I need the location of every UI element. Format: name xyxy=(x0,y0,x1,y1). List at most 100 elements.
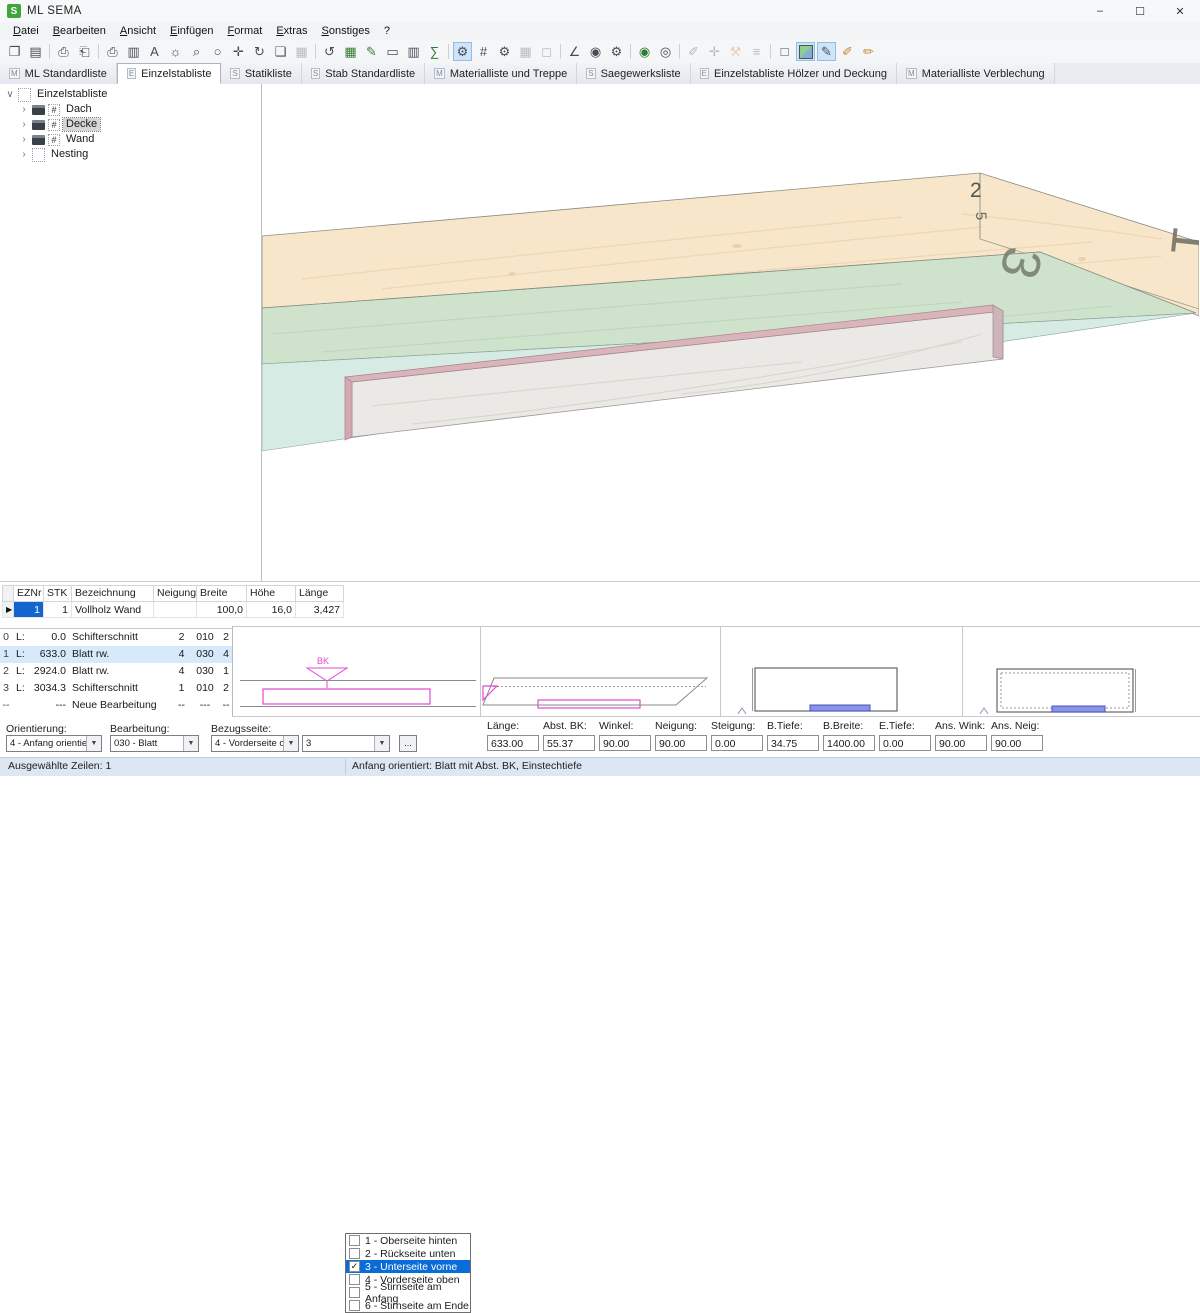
column-header[interactable]: EZNr xyxy=(14,585,44,602)
checkbox[interactable] xyxy=(349,1287,360,1298)
save-folder-icon[interactable]: ▭ xyxy=(383,42,402,61)
add-icon[interactable]: ✛ xyxy=(705,42,724,61)
field-value[interactable]: 1400.00 xyxy=(823,735,875,751)
tab-statikliste[interactable]: S Statikliste xyxy=(221,63,301,84)
numbering-icon[interactable]: # xyxy=(474,42,493,61)
copy-icon[interactable]: ❏ xyxy=(271,42,290,61)
menu-extras[interactable]: Extras xyxy=(269,25,314,37)
menu-format[interactable]: Format xyxy=(220,25,269,37)
eye-run-icon[interactable]: ◉ xyxy=(635,42,654,61)
tab-einzelstabliste-hoelzer[interactable]: E Einzelstabliste Hölzer und Deckung xyxy=(691,63,897,84)
maximize-button[interactable]: ☐ xyxy=(1120,0,1160,22)
separator[interactable] xyxy=(445,42,452,61)
chevron-down-icon[interactable]: ▼ xyxy=(86,736,101,751)
column-header[interactable]: STK xyxy=(44,585,72,602)
column-header[interactable]: Höhe xyxy=(247,585,296,602)
column-header[interactable]: Länge xyxy=(296,585,344,602)
tab-einzelstabliste[interactable]: E Einzelstabliste xyxy=(117,63,222,84)
checkbox[interactable] xyxy=(349,1248,360,1259)
menu-ansicht[interactable]: Ansicht xyxy=(113,25,163,37)
dropdown-item-stirnseite-anfang[interactable]: 5 - Stirnseite am Anfang xyxy=(346,1286,470,1299)
seite-combobox[interactable]: 3 ▼ xyxy=(302,735,390,752)
font-settings-icon[interactable]: A xyxy=(145,42,164,61)
checkbox[interactable] xyxy=(349,1274,360,1285)
bezugsseite-combobox[interactable]: 4 - Vorderseite oben ▼ xyxy=(211,735,299,752)
field-value[interactable]: 90.00 xyxy=(991,735,1043,751)
column-header[interactable]: Breite xyxy=(197,585,247,602)
tree-item-dach[interactable]: › # Dach xyxy=(0,102,261,117)
eraser-freehand-icon[interactable]: ✏ xyxy=(859,42,878,61)
tree-item-einzelstabliste[interactable]: ∨ Einzelstabliste xyxy=(0,87,261,102)
separator[interactable] xyxy=(312,42,319,61)
cube-wireframe-icon[interactable]: □ xyxy=(775,42,794,61)
field-value[interactable]: 0.00 xyxy=(711,735,763,751)
checkbox[interactable] xyxy=(349,1235,360,1246)
menu-sonstiges[interactable]: Sonstiges xyxy=(315,25,377,37)
checkbox[interactable] xyxy=(349,1300,360,1311)
tree-expander-icon[interactable]: › xyxy=(18,119,30,130)
options-gear-icon[interactable]: ⚙ xyxy=(607,42,626,61)
settings-gear-icon[interactable]: ⚙ xyxy=(453,42,472,61)
separator[interactable] xyxy=(46,42,53,61)
tab-ml-standardliste[interactable]: M ML Standardliste xyxy=(0,63,117,84)
operation-row[interactable]: 0 L:0.0 Schifterschnitt 2 010 2 xyxy=(0,629,232,646)
tab-materialliste-verblechung[interactable]: M Materialliste Verblechung xyxy=(897,63,1055,84)
tab-stab-standardliste[interactable]: S Stab Standardliste xyxy=(302,63,425,84)
close-button[interactable]: ✕ xyxy=(1160,0,1200,22)
tree-expander-icon[interactable]: › xyxy=(18,104,30,115)
operation-row[interactable]: 3 L:3034.3 Schifterschnitt 1 010 2 xyxy=(0,680,232,697)
tree-item-decke[interactable]: › # Decke xyxy=(0,117,261,132)
chevron-down-icon[interactable]: ▼ xyxy=(374,736,389,751)
field-value[interactable]: 34.75 xyxy=(767,735,819,751)
edit-pen-icon[interactable]: ✎ xyxy=(362,42,381,61)
rotate-icon[interactable]: ↻ xyxy=(250,42,269,61)
draw-pencil-icon[interactable]: ✎ xyxy=(817,42,836,61)
export-doc-icon[interactable]: ▥ xyxy=(124,42,143,61)
column-header[interactable]: Neigung xyxy=(154,585,197,602)
menu-bearbeiten[interactable]: Bearbeiten xyxy=(46,25,113,37)
column-header[interactable]: Bezeichnung xyxy=(72,585,154,602)
eye-gear-icon[interactable]: ◉ xyxy=(586,42,605,61)
field-value[interactable]: 90.00 xyxy=(935,735,987,751)
field-value[interactable]: 55.37 xyxy=(543,735,595,751)
tree-item-nesting[interactable]: › Nesting xyxy=(0,147,261,162)
field-value[interactable]: 90.00 xyxy=(599,735,651,751)
open-list-icon[interactable]: ❐ xyxy=(5,42,24,61)
dropdown-item-stirnseite-ende[interactable]: 6 - Stirnseite am Ende xyxy=(346,1299,470,1312)
zoom-icon[interactable]: ○ xyxy=(208,42,227,61)
viewport-3d[interactable]: 2 5 3 1 xyxy=(262,84,1200,581)
tree-expander-icon[interactable]: › xyxy=(18,134,30,145)
link-box-icon[interactable]: ◻ xyxy=(537,42,556,61)
checkbox[interactable]: ✓ xyxy=(349,1261,360,1272)
pan-icon[interactable]: ✛ xyxy=(229,42,248,61)
separator[interactable] xyxy=(95,42,102,61)
separator[interactable] xyxy=(557,42,564,61)
tab-materialliste-und-treppe[interactable]: M Materialliste und Treppe xyxy=(425,63,577,84)
separator[interactable] xyxy=(676,42,683,61)
eraser-icon[interactable]: ✐ xyxy=(838,42,857,61)
page-preview-icon[interactable]: ⌕ xyxy=(187,42,206,61)
paste-icon[interactable]: ▦ xyxy=(292,42,311,61)
dropdown-item-oberseite-hinten[interactable]: 1 - Oberseite hinten xyxy=(346,1234,470,1247)
field-value[interactable]: 633.00 xyxy=(487,735,539,751)
table-columns-icon[interactable]: ▥ xyxy=(404,42,423,61)
print-preview-icon[interactable]: ⎗ xyxy=(75,42,94,61)
edit-list-icon[interactable]: ▦ xyxy=(341,42,360,61)
print-icon[interactable]: ⎙ xyxy=(54,42,73,61)
chevron-down-icon[interactable]: ▼ xyxy=(183,736,198,751)
dropdown-item-rueckseite-unten[interactable]: 2 - Rückseite unten xyxy=(346,1247,470,1260)
table-disabled-icon[interactable]: ▦ xyxy=(516,42,535,61)
refresh-icon[interactable]: ↺ xyxy=(320,42,339,61)
tree-expander-icon[interactable]: › xyxy=(18,149,30,160)
tree-item-wand[interactable]: › # Wand xyxy=(0,132,261,147)
operation-row[interactable]: 2 L:2924.0 Blatt rw. 4 030 1 xyxy=(0,663,232,680)
idea-icon[interactable]: ☼ xyxy=(166,42,185,61)
menu-datei[interactable]: Datei xyxy=(6,25,46,37)
orientierung-combobox[interactable]: 4 - Anfang orientiert ▼ xyxy=(6,735,102,752)
layers-icon[interactable]: ≡ xyxy=(747,42,766,61)
tab-saegewerksliste[interactable]: S Saegewerksliste xyxy=(577,63,690,84)
binoculars-icon[interactable]: ◎ xyxy=(656,42,675,61)
bearbeitung-combobox[interactable]: 030 - Blatt ▼ xyxy=(110,735,199,752)
minimize-button[interactable]: – xyxy=(1080,0,1120,22)
gears-icon[interactable]: ⚙ xyxy=(495,42,514,61)
